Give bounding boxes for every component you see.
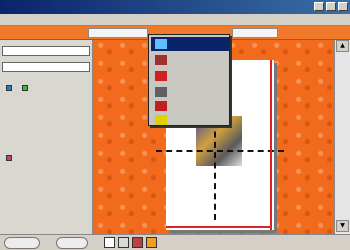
page-margin-right [270,60,272,230]
menu-item-color[interactable] [151,69,229,83]
layout-icon [155,115,167,125]
panel-header-2[interactable] [2,62,90,72]
close-button[interactable] [338,2,348,11]
color-swatch-row[interactable] [6,84,28,92]
blue-swatch-icon[interactable] [6,84,12,91]
image-frame-icon [155,39,167,49]
palette-icon[interactable] [6,154,12,161]
crop-icon [155,101,167,111]
tab-strip-right[interactable] [232,28,278,38]
scroll-down-icon[interactable]: ▼ [336,220,349,232]
properties-panel [0,40,94,234]
back-button[interactable] [4,237,40,249]
menu-item-rotate[interactable] [151,53,229,67]
pointer-icon[interactable] [104,237,115,248]
line-tool-icon [155,87,167,97]
menu-item-crop[interactable] [151,99,229,113]
popup-menu [148,34,230,126]
menu-item-layout[interactable] [151,113,229,127]
menu-bar [0,14,350,26]
rotate-icon [155,55,167,65]
title-bar [0,0,350,14]
picture-icon[interactable] [132,237,143,248]
swatch-icon[interactable] [146,237,157,248]
forward-button[interactable] [56,237,88,249]
vertical-scrollbar[interactable]: ▲ ▼ [334,40,350,234]
menu-item-frame[interactable] [151,37,229,51]
green-swatch-icon[interactable] [21,84,28,91]
panel-header-1[interactable] [2,46,90,56]
tab-strip-left[interactable] [88,28,148,38]
color-adjust-icon [155,71,167,81]
menu-item-line[interactable] [151,85,229,99]
grid-icon[interactable] [118,237,129,248]
bottom-toolbar [0,234,350,250]
maximize-button[interactable] [326,2,336,11]
crop-guide-horizontal[interactable] [156,150,284,152]
panel-row[interactable] [6,154,12,162]
scroll-up-icon[interactable]: ▲ [336,40,349,52]
page-margin-bottom [166,226,272,228]
minimize-button[interactable] [314,2,324,11]
